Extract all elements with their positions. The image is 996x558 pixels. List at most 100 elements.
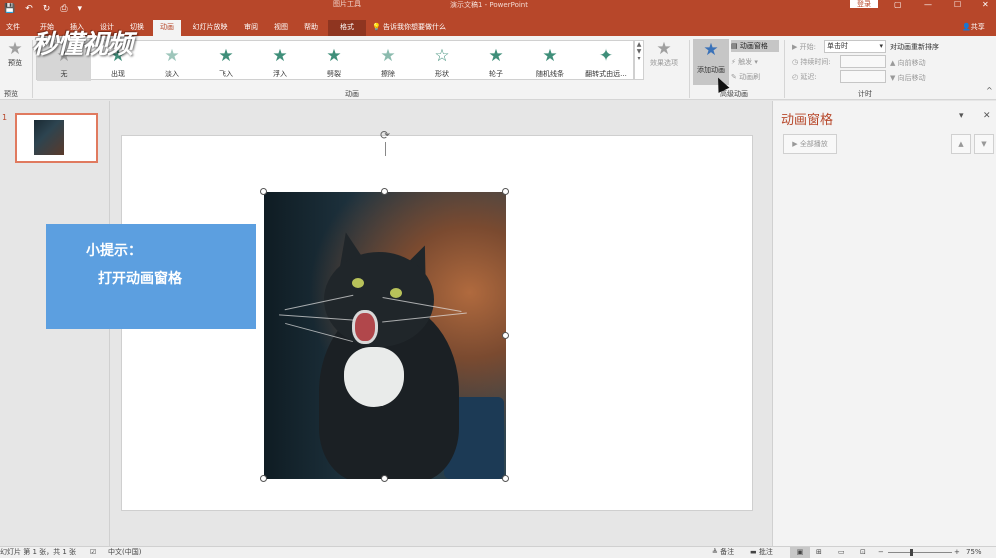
animation-shape[interactable]: ☆ 形状	[415, 41, 469, 81]
animation-pane-button[interactable]: ▤ 动画窗格	[731, 40, 779, 52]
animation-label: 随机线条	[536, 70, 564, 78]
animation-painter-button[interactable]: ✎ 动画刷	[731, 71, 760, 83]
spell-check-icon[interactable]: ☑	[90, 547, 96, 558]
zoom-level[interactable]: 75%	[966, 547, 982, 558]
resize-handle-tr[interactable]	[502, 188, 509, 195]
slideshow-view-icon[interactable]: ⊡	[860, 547, 866, 558]
animation-pane: 动画窗格 ▾ ✕ ▶ 全部播放 ▲ ▼	[772, 101, 996, 546]
tab-file[interactable]: 文件	[2, 20, 24, 36]
delay-input[interactable]	[840, 70, 886, 83]
cat-photo[interactable]	[264, 192, 506, 479]
move-up-button[interactable]: ▲	[951, 134, 971, 154]
down-arrow-icon: ▼	[981, 140, 987, 148]
comments-button[interactable]: ▬ 批注	[750, 547, 773, 558]
slide-thumbnail[interactable]	[15, 113, 98, 163]
title-bar: 💾 ↶ ↻ ⎙ ▾ 图片工具 演示文稿1 - PowerPoint 登录 ▢ —…	[0, 0, 996, 18]
picture-tools-label: 图片工具	[333, 0, 361, 8]
scroll-down-icon[interactable]: ▼	[635, 48, 643, 55]
customize-qat-icon[interactable]: ▾	[78, 4, 83, 14]
collapse-ribbon-icon[interactable]: ^	[986, 86, 993, 95]
slide-count: 幻灯片 第 1 张，共 1 张	[0, 548, 77, 556]
gallery-scroll[interactable]: ▲ ▼ ▾	[634, 40, 644, 80]
duration-input[interactable]	[840, 55, 886, 68]
animation-random-bars[interactable]: ★ 随机线条	[523, 41, 577, 81]
tip-title: 小提示：	[86, 243, 142, 259]
start-select[interactable]: 单击时 ▾	[824, 40, 886, 53]
maximize-icon[interactable]: ☐	[954, 0, 961, 10]
trigger-button[interactable]: ⚡ 触发 ▾	[731, 56, 758, 68]
tab-slideshow[interactable]: 幻灯片放映	[185, 20, 235, 36]
resize-handle-tm[interactable]	[381, 188, 388, 195]
animation-split[interactable]: ★ 劈裂	[307, 41, 361, 81]
preview-button[interactable]: ★ 预览	[2, 40, 28, 80]
resize-handle-bl[interactable]	[260, 475, 267, 482]
resize-handle-bm[interactable]	[381, 475, 388, 482]
ribbon-display-icon[interactable]: ▢	[894, 0, 902, 10]
status-bar: 幻灯片 第 1 张，共 1 张 ☑ 中文(中国) ≜ 备注 ▬ 批注 ▣ ⊞ ▭…	[0, 546, 996, 558]
chevron-down-icon: ▾	[879, 42, 883, 50]
tab-review[interactable]: 审阅	[238, 20, 264, 36]
move-earlier-button[interactable]: ▲ 向前移动	[890, 58, 926, 68]
tell-me-text: 告诉我你想要做什么	[382, 23, 446, 31]
share-button[interactable]: 👤共享	[962, 21, 985, 33]
group-divider	[689, 40, 690, 98]
tab-view[interactable]: 视图	[268, 20, 294, 36]
move-down-button[interactable]: ▼	[974, 134, 994, 154]
more-icon[interactable]: ▾	[635, 55, 643, 62]
save-icon[interactable]: 💾	[4, 4, 15, 14]
pane-close-icon[interactable]: ✕	[983, 111, 991, 121]
move-earlier-label: 向前移动	[897, 59, 926, 67]
animation-fade[interactable]: ★ 淡入	[145, 41, 199, 81]
tell-me-search[interactable]: 💡 告诉我你想要做什么	[372, 21, 446, 33]
document-title: 演示文稿1 - PowerPoint	[450, 1, 528, 9]
effect-options-button[interactable]: ★ 效果选项	[646, 40, 682, 84]
play-all-button[interactable]: ▶ 全部播放	[783, 134, 837, 154]
scroll-up-icon[interactable]: ▲	[635, 41, 643, 48]
slide-editor: ⟳ 小提示： 打开动画窗格	[46, 101, 771, 546]
animation-label: 浮入	[273, 70, 287, 78]
notes-button[interactable]: ≜ 备注	[712, 547, 734, 558]
tab-animations[interactable]: 动画	[153, 20, 181, 36]
normal-view-icon[interactable]: ▣	[790, 547, 810, 558]
slide-sorter-icon[interactable]: ⊞	[816, 547, 822, 558]
animation-float-in[interactable]: ★ 浮入	[253, 41, 307, 81]
rotate-handle-icon[interactable]: ⟳	[378, 128, 392, 142]
trigger-label: 触发	[738, 58, 753, 66]
animation-grow-turn[interactable]: ✦ 翻转式由远...	[579, 41, 633, 81]
resize-handle-br[interactable]	[502, 475, 509, 482]
animation-label: 形状	[435, 70, 449, 78]
start-row: ▶ 开始:	[792, 40, 816, 54]
animation-fly-in[interactable]: ★ 飞入	[199, 41, 253, 81]
trigger-icon: ⚡	[731, 58, 736, 66]
pane-options-icon[interactable]: ▾	[959, 111, 964, 121]
login-button[interactable]: 登录	[850, 0, 878, 8]
zoom-in-icon[interactable]: +	[954, 547, 960, 558]
animation-label: 出现	[111, 70, 125, 78]
animation-wipe[interactable]: ★ 擦除	[361, 41, 415, 81]
zoom-out-icon[interactable]: −	[878, 547, 884, 558]
undo-icon[interactable]: ↶	[25, 4, 33, 14]
resize-handle-tl[interactable]	[260, 188, 267, 195]
float-in-star-icon: ★	[272, 46, 288, 66]
language-indicator[interactable]: 中文(中国)	[108, 547, 141, 558]
play-all-label: 全部播放	[799, 140, 828, 148]
reading-view-icon[interactable]: ▭	[838, 547, 845, 558]
tab-format[interactable]: 格式	[328, 20, 366, 36]
animation-label: 无	[60, 70, 68, 78]
fly-in-star-icon: ★	[218, 46, 234, 66]
redo-icon[interactable]: ↻	[43, 4, 51, 14]
zoom-slider-thumb[interactable]	[910, 549, 913, 556]
close-icon[interactable]: ✕	[982, 0, 989, 10]
delay-label: 延迟:	[800, 73, 817, 81]
move-later-button[interactable]: ▼ 向后移动	[890, 73, 926, 83]
delay-row: ◴ 延迟:	[792, 70, 817, 84]
reorder-title: 对动画重新排序	[890, 43, 939, 51]
animation-wheel[interactable]: ★ 轮子	[469, 41, 523, 81]
minimize-icon[interactable]: —	[924, 0, 932, 10]
present-icon[interactable]: ⎙	[60, 4, 67, 14]
cat-eye-right	[390, 288, 402, 298]
resize-handle-mr[interactable]	[502, 332, 509, 339]
animation-label: 劈裂	[327, 70, 341, 78]
zoom-slider[interactable]	[888, 552, 952, 553]
tab-help[interactable]: 帮助	[298, 20, 324, 36]
